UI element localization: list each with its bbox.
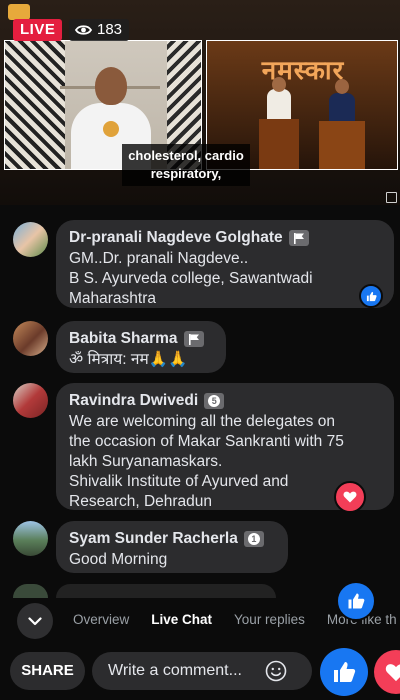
comment-line: We are welcoming all the delegates on [69,413,335,430]
comment-text: ॐ मित्राय: नम🙏🙏 [69,350,213,370]
commenter-name[interactable]: Dr-pranali Nagdeve Golghate [69,229,283,247]
badge-number: 5 [208,395,221,407]
badge-level-icon: 1 [243,531,264,547]
floating-like-reaction-icon [336,581,376,621]
caption-line: cholesterol, cardio [128,148,244,163]
viewer-count-value: 183 [97,21,123,38]
commenter-name[interactable]: Babita Sharma [69,330,178,348]
viewer-count: 183 [69,19,130,41]
yoga-logo-icon [103,121,119,137]
commenter-name[interactable]: Ravindra Dwivedi [69,392,198,410]
flag-icon [288,230,309,246]
love-reaction-icon[interactable] [334,481,366,513]
avatar[interactable] [13,521,48,556]
comment-line: the occasion of Makar Sankranti with 75 [69,433,344,450]
collapse-chat-button[interactable] [17,603,53,639]
tab-live-chat[interactable]: Live Chat [151,612,212,632]
comment-text: Good Morning [69,550,275,570]
commenter-name[interactable]: Syam Sunder Racherla [69,530,238,548]
comment-line: Good Morning [69,551,168,568]
podium [319,121,365,169]
avatar[interactable] [13,222,48,257]
comment-bubble[interactable]: Syam Sunder Racherla 1 Good Morning [56,521,288,573]
video-caption: cholesterol, cardio respiratory, [122,144,250,186]
comment-bubble[interactable]: Babita Sharma ॐ मित्राय: नम🙏🙏 [56,321,226,373]
live-badge: LIVE [13,19,63,41]
comment-line: ॐ मित्राय: नम🙏🙏 [69,351,188,368]
comment-line: Shivalik Institute of Ayurved and [69,473,289,490]
comment-bubble-partial [56,584,276,598]
comment-line: B S. Ayurveda college, Sawantwadi [69,270,313,287]
chevron-down-icon [28,616,42,625]
love-button[interactable] [374,650,400,694]
tab-overview[interactable]: Overview [73,612,129,632]
stage-banner: नमस्कार [261,56,345,86]
like-button[interactable] [320,648,368,696]
flag-icon [183,331,204,347]
heart-icon [385,663,400,681]
share-button[interactable]: SHARE [10,652,85,690]
avatar[interactable] [13,321,48,356]
caption-line: respiratory, [150,166,222,181]
eye-icon [75,25,92,35]
badge-level-icon: 5 [204,393,225,409]
comment-bubble[interactable]: Dr-pranali Nagdeve Golghate GM..Dr. pran… [56,220,394,308]
emoji-icon[interactable] [265,660,287,682]
podium [259,119,299,169]
live-video[interactable]: नमस्कार cholesterol, cardio respiratory,… [0,0,400,205]
avatar [13,584,48,598]
badge-number: 1 [247,533,260,545]
comment-line: GM..Dr. pranali Nagdeve.. [69,250,249,267]
tab-your-replies[interactable]: Your replies [234,612,305,632]
app-badge-icon [8,4,30,20]
like-reaction-icon[interactable] [359,284,383,308]
thumbs-up-icon [334,662,356,682]
comment-line: lakh Suryanamaskars. [69,453,223,470]
avatar[interactable] [13,383,48,418]
comment-line: Maharashtra [69,290,157,307]
fullscreen-icon[interactable] [386,192,397,203]
comment-text: GM..Dr. pranali Nagdeve.. B S. Ayurveda … [69,249,381,309]
